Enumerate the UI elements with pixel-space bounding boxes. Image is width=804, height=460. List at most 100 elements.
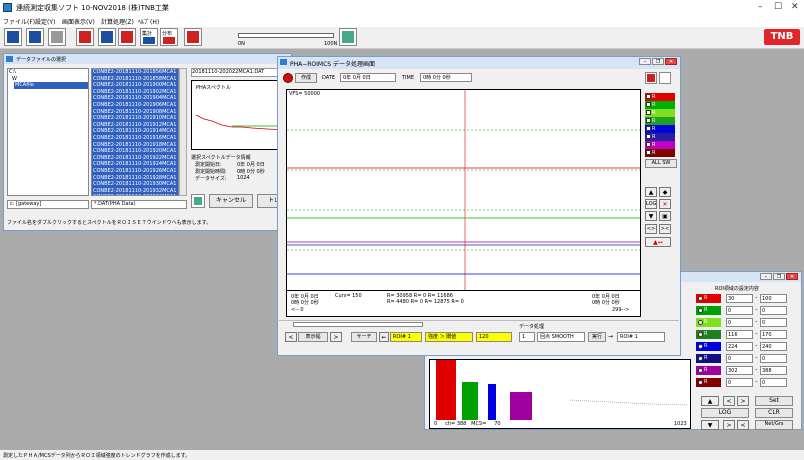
roi-select-radio[interactable]: R <box>696 378 721 387</box>
channel-switch[interactable]: R <box>645 149 675 157</box>
menu-help[interactable]: ﾍﾙﾌﾟ(H) <box>138 17 159 26</box>
file-list-item[interactable]: CONBE2-20181110-201858MCA1 <box>92 75 178 83</box>
channel-switch[interactable]: R <box>645 133 675 141</box>
roi-select-radio[interactable]: R <box>696 354 721 363</box>
close-icon[interactable]: ✕ <box>786 273 798 280</box>
roi-up-button[interactable]: ▲ <box>701 396 719 406</box>
roi-clr-button[interactable]: CLR <box>755 408 793 418</box>
scale-min-button[interactable]: ▣ <box>659 211 671 221</box>
channel-switch[interactable]: R <box>645 125 675 133</box>
file-list[interactable]: CONBE2-20181110-201856MCA1 CONBE2-2018111… <box>91 68 179 196</box>
folder-item[interactable]: MCAfile <box>14 82 88 89</box>
cancel-button[interactable]: キャンセル <box>209 194 253 208</box>
blank-button[interactable] <box>659 72 671 84</box>
all-sw-button[interactable]: ALL SW <box>645 159 677 168</box>
menu-settings[interactable]: 設定(Y) <box>35 17 55 26</box>
roi-start-input[interactable]: 0 <box>726 354 753 363</box>
proc-n-select[interactable]: 1 <box>519 332 535 342</box>
chart-button[interactable] <box>118 28 136 46</box>
roi-end-input[interactable]: 240 <box>760 342 787 351</box>
clear-button[interactable]: ✕ <box>659 199 671 209</box>
roi-set-button[interactable]: Set <box>755 396 793 406</box>
file-list-item[interactable]: CONBE2-20181110-201922MCA1 <box>92 154 178 162</box>
roi-prev-button[interactable]: < <box>723 396 735 406</box>
file-list-item[interactable]: CONBE2-20181110-201914MCA1 <box>92 128 178 135</box>
file-list-item[interactable]: CONBE2-20181110-201856MCA1 <box>92 69 178 76</box>
roi-select-radio[interactable]: R <box>696 330 721 339</box>
zoom-in-button[interactable]: <> <box>645 224 657 234</box>
folder-item[interactable]: C:\ <box>8 69 88 76</box>
file-list-item[interactable]: CONBE2-20181110-201916MCA1 <box>92 134 178 142</box>
roi-start-input[interactable]: 116 <box>726 330 753 339</box>
roi-start-input[interactable]: 0 <box>726 306 753 315</box>
ok-button[interactable] <box>191 194 205 208</box>
menu-view[interactable]: 画面表示(V) <box>62 17 95 26</box>
roi-end-input[interactable]: 170 <box>760 330 787 339</box>
close-icon[interactable]: ✕ <box>791 2 799 12</box>
roi-log-button[interactable]: LOG <box>701 408 749 418</box>
channel-switch[interactable]: R <box>645 101 675 109</box>
file-list-scrollbar[interactable] <box>179 68 187 196</box>
channel-switch[interactable]: R <box>645 93 675 101</box>
scroll-right-button[interactable]: > <box>330 332 342 342</box>
restore-icon[interactable]: ❐ <box>773 273 785 280</box>
folder-item[interactable]: W <box>8 76 88 83</box>
roi-end-input[interactable]: 0 <box>760 318 787 327</box>
file-list-item[interactable]: CONBE2-20181110-201900MCA1 <box>92 82 178 89</box>
roi-button[interactable] <box>98 28 116 46</box>
file-list-item[interactable]: CONBE2-20181110-201918MCA1 <box>92 141 178 149</box>
roi-end-input[interactable]: 100 <box>760 294 787 303</box>
roi-select-radio[interactable]: R <box>696 366 721 375</box>
roi-start-input[interactable]: 30 <box>726 294 753 303</box>
minimize-icon[interactable]: – <box>639 58 651 65</box>
zoom-out-button[interactable]: >< <box>659 224 671 234</box>
file-list-item[interactable]: CONBE2-20181110-201904MCA1 <box>92 95 178 102</box>
file-list-item[interactable]: CONBE2-20181110-201932MCA1 <box>92 187 178 195</box>
file-list-item[interactable]: CONBE2-20181110-201928MCA1 <box>92 174 178 182</box>
save-as-button[interactable] <box>26 28 44 46</box>
log-button[interactable]: LOG <box>645 199 657 209</box>
menu-calc[interactable]: 計算処理(Z) <box>101 17 134 26</box>
scale-down-button[interactable]: ▼ <box>645 211 657 221</box>
marker-button[interactable]: ▲↔ <box>645 237 671 247</box>
roi-select-radio[interactable]: R <box>696 306 721 315</box>
drive-select[interactable]: c: [gateway] <box>7 200 89 209</box>
roi-select-radio[interactable]: R <box>696 342 721 351</box>
close-icon[interactable]: ✕ <box>665 58 677 65</box>
file-list-item[interactable]: CONBE2-20181110-201924MCA1 <box>92 161 178 168</box>
filter-select[interactable]: *.DAT(PHA Data) <box>91 200 187 209</box>
roi-start-input[interactable]: 302 <box>726 366 753 375</box>
calc-button[interactable]: 集計 <box>140 28 158 46</box>
file-list-item[interactable]: CONBE2-20181110-201920MCA1 <box>92 148 178 155</box>
threshold-input[interactable]: 120 <box>476 332 512 342</box>
scale-up-button[interactable]: ▲ <box>645 187 657 197</box>
roi-start-input[interactable]: 0 <box>726 318 753 327</box>
file-list-item[interactable]: CONBE2-20181110-201908MCA1 <box>92 108 178 116</box>
roi-start-input[interactable]: 224 <box>726 342 753 351</box>
roi-select-radio[interactable]: R <box>696 294 721 303</box>
minimize-icon[interactable]: – <box>760 273 772 280</box>
help-button[interactable] <box>184 28 202 46</box>
search-button[interactable]: サーチ <box>351 332 377 342</box>
roi-end-input[interactable]: 0 <box>760 354 787 363</box>
file-list-item[interactable]: CONBE2-20181110-201910MCA1 <box>92 115 178 122</box>
file-list-item[interactable]: CONBE2-20181110-201926MCA1 <box>92 167 178 175</box>
roi-down-button[interactable]: ▼ <box>701 420 719 430</box>
file-list-item[interactable]: CONBE2-20181110-201912MCA1 <box>92 121 178 129</box>
create-button[interactable]: 作成 <box>295 73 317 83</box>
scale-fit-button[interactable]: ◆ <box>659 187 671 197</box>
roi-end-input[interactable]: 0 <box>760 306 787 315</box>
roi-netgrs-button[interactable]: Net/Grs <box>755 420 793 430</box>
grid-button[interactable] <box>645 72 657 84</box>
restore-icon[interactable]: ❐ <box>652 58 664 65</box>
proc-target-select[interactable]: ROI# 1 <box>617 332 665 342</box>
menu-file[interactable]: ファイル(F) <box>3 17 35 26</box>
dist-button[interactable]: 分布 <box>160 28 178 46</box>
roi-shrink-button[interactable]: > <box>723 420 735 430</box>
roi-end-input[interactable]: 388 <box>760 366 787 375</box>
gauge-button[interactable] <box>339 28 357 46</box>
time-scrollbar[interactable] <box>293 322 423 327</box>
scroll-left-button[interactable]: < <box>285 332 297 342</box>
file-list-item[interactable]: CONBE2-20181110-201906MCA1 <box>92 101 178 109</box>
file-list-item[interactable]: CONBE2-20181110-201930MCA1 <box>92 181 178 188</box>
